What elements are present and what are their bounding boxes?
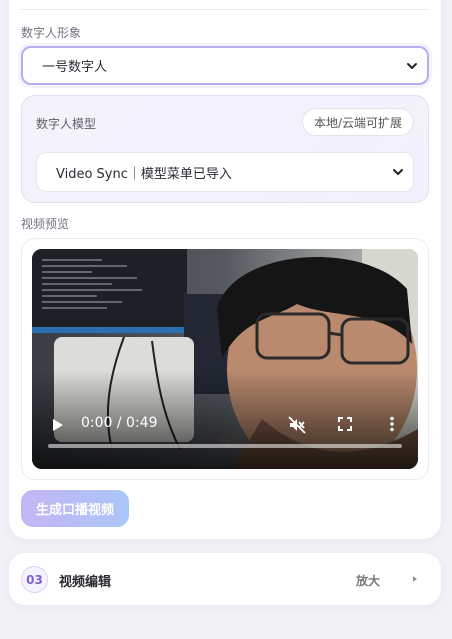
- avatar-label: 数字人形象: [21, 26, 82, 40]
- model-select[interactable]: Video Sync｜模型菜单已导入: [36, 152, 414, 192]
- mute-icon[interactable]: [288, 416, 306, 434]
- scalable-badge: 本地/云端可扩展: [301, 108, 414, 136]
- model-panel: 数字人模型 本地/云端可扩展 Video Sync｜模型菜单已导入: [21, 95, 429, 203]
- avatar-select-value: 一号数字人: [42, 60, 108, 75]
- play-icon[interactable]: [52, 418, 64, 432]
- chevron-down-icon: [393, 169, 403, 175]
- more-options-icon[interactable]: [389, 416, 395, 432]
- model-select-value: Video Sync｜模型菜单已导入: [56, 166, 232, 182]
- model-label: 数字人模型: [36, 117, 97, 131]
- edit-card-title: 视频编辑: [59, 575, 112, 590]
- fullscreen-icon[interactable]: [338, 417, 352, 431]
- caret-right-icon[interactable]: [411, 575, 419, 583]
- video-controls: 0:00 / 0:49: [32, 409, 418, 441]
- video-player[interactable]: 最近 0:00 / 0:49: [32, 249, 418, 469]
- video-progress-bar[interactable]: [48, 444, 402, 448]
- divider: [21, 9, 429, 10]
- video-edit-card[interactable]: 03 视频编辑 放大: [9, 553, 441, 605]
- step-badge: 03: [21, 566, 48, 593]
- video-preview-frame: 最近 0:00 / 0:49: [21, 238, 429, 480]
- generate-video-button[interactable]: 生成口播视频: [21, 490, 129, 527]
- chevron-down-icon: [407, 62, 417, 69]
- avatar-select[interactable]: 一号数字人: [21, 46, 429, 85]
- preview-label: 视频预览: [21, 217, 70, 231]
- zoom-button[interactable]: 放大: [356, 572, 380, 589]
- video-time: 0:00 / 0:49: [81, 415, 158, 431]
